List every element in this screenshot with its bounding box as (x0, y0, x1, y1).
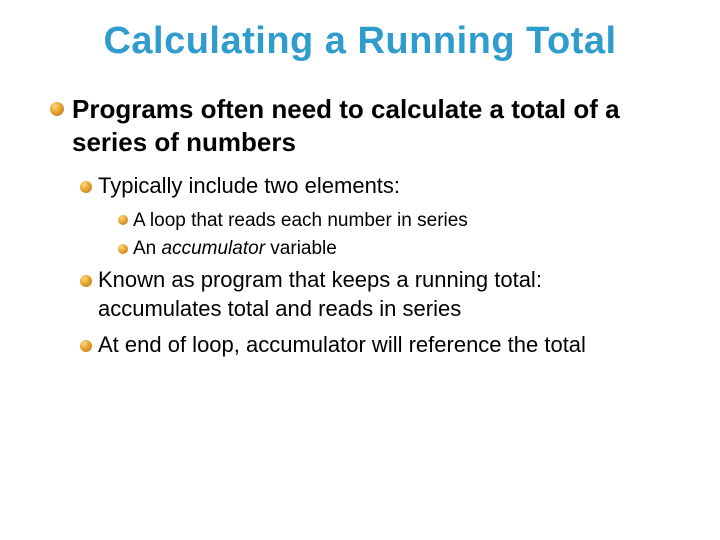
text-italic: accumulator (162, 238, 266, 259)
bullet-text: Typically include two elements: (98, 172, 670, 201)
bullet-icon (80, 181, 92, 193)
bullet-icon (118, 244, 128, 254)
slide-container: Calculating a Running Total Programs oft… (0, 0, 720, 540)
bullet-level1: Programs often need to calculate a total… (50, 93, 670, 158)
bullet-level3: A loop that reads each number in series (118, 209, 670, 234)
bullet-level2: Known as program that keeps a running to… (80, 266, 670, 323)
text-post: variable (265, 238, 337, 259)
bullet-text: A loop that reads each number in series (133, 209, 670, 234)
bullet-level2: Typically include two elements: (80, 172, 670, 201)
bullet-text: An accumulator variable (133, 237, 670, 262)
bullet-icon (80, 275, 92, 287)
bullet-icon (118, 215, 128, 225)
bullet-icon (80, 340, 92, 352)
slide-title: Calculating a Running Total (50, 20, 670, 63)
text-pre: An (133, 238, 162, 259)
bullet-text: Programs often need to calculate a total… (72, 93, 670, 158)
bullet-text: Known as program that keeps a running to… (98, 266, 670, 323)
bullet-text: At end of loop, accumulator will referen… (98, 331, 670, 360)
bullet-icon (50, 102, 64, 116)
bullet-level2: At end of loop, accumulator will referen… (80, 331, 670, 360)
bullet-level3: An accumulator variable (118, 237, 670, 262)
